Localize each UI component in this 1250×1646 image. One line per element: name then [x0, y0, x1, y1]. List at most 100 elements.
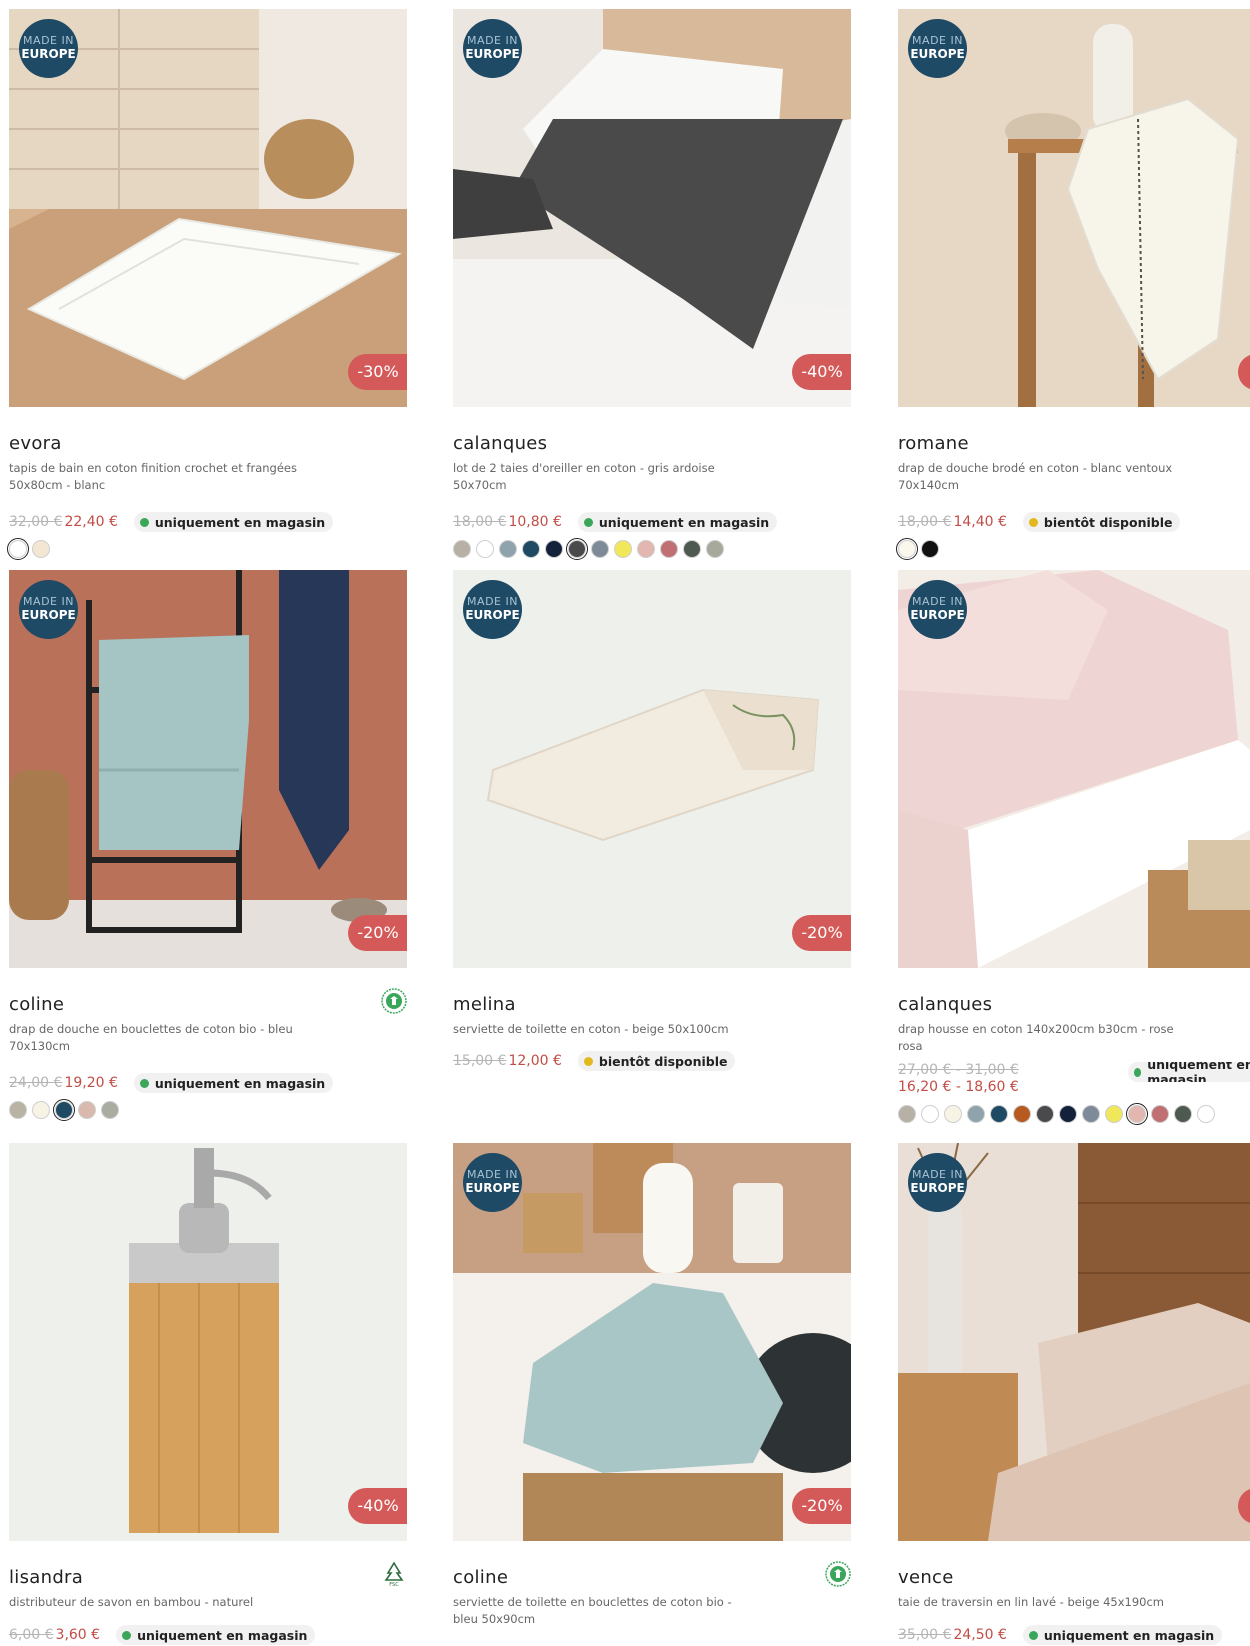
product-description: lot de 2 taies d'oreiller en coton - gri… — [453, 461, 715, 492]
new-price: 14,40 € — [953, 514, 1007, 530]
price-row: 15,00 € 12,00 € bientôt disponible — [453, 1050, 736, 1072]
product-image[interactable]: MADE IN EUROPE -40% — [453, 9, 851, 407]
color-swatch[interactable] — [1082, 1105, 1100, 1123]
color-swatch[interactable] — [967, 1105, 985, 1123]
availability-dot-icon — [1134, 1067, 1142, 1077]
product-name[interactable]: calanques — [453, 433, 547, 454]
product-description: tapis de bain en coton finition crochet … — [9, 461, 297, 492]
old-price: 6,00 € — [9, 1627, 54, 1643]
product-image[interactable]: MADE IN EUROPE -20% — [453, 1143, 851, 1541]
color-swatch[interactable] — [565, 537, 589, 561]
color-swatch[interactable] — [591, 540, 609, 558]
color-swatch[interactable] — [683, 540, 701, 558]
made-in-europe-badge: MADE IN EUROPE — [463, 580, 522, 639]
availability-dot-icon — [139, 517, 149, 527]
product-name[interactable]: romane — [898, 433, 969, 454]
discount-badge: -40% — [348, 1488, 407, 1524]
badge-line-2: EUROPE — [21, 608, 76, 622]
product-image[interactable]: MADE IN EUROPE -20% — [9, 570, 407, 968]
product-name[interactable]: vence — [898, 1567, 954, 1588]
color-swatch[interactable] — [1197, 1105, 1215, 1123]
color-swatch[interactable] — [32, 540, 50, 558]
made-in-europe-badge: MADE IN EUROPE — [463, 19, 522, 78]
color-swatch[interactable] — [1151, 1105, 1169, 1123]
color-swatch[interactable] — [898, 1105, 916, 1123]
product-description: serviette de toilette en coton - beige 5… — [453, 1022, 729, 1036]
made-in-europe-badge: MADE IN EUROPE — [908, 19, 967, 78]
color-swatch[interactable] — [52, 1098, 76, 1122]
product-image[interactable]: MADE IN EUROPE — [898, 1143, 1250, 1541]
product-name[interactable]: lisandra — [9, 1567, 83, 1588]
badge-line-1: MADE IN — [23, 595, 74, 608]
product-description: serviette de toilette en bouclettes de c… — [453, 1595, 732, 1626]
color-swatch[interactable] — [545, 540, 563, 558]
color-swatch[interactable] — [522, 540, 540, 558]
new-price: 22,40 € — [64, 514, 118, 530]
color-swatch[interactable] — [1013, 1105, 1031, 1123]
color-swatch[interactable] — [637, 540, 655, 558]
new-price: 24,50 € — [953, 1627, 1007, 1643]
product-name[interactable]: calanques — [898, 994, 992, 1015]
product-image[interactable]: MADE IN EUROPE — [898, 9, 1250, 407]
color-swatch[interactable] — [101, 1101, 119, 1119]
product-name[interactable]: melina — [453, 994, 516, 1015]
color-swatch[interactable] — [990, 1105, 1008, 1123]
color-swatch[interactable] — [1036, 1105, 1054, 1123]
availability-badge: uniquement en magasin — [133, 512, 334, 532]
made-in-europe-badge: MADE IN EUROPE — [19, 580, 78, 639]
color-swatch[interactable] — [1174, 1105, 1192, 1123]
product-description: taie de traversin en lin lavé - beige 45… — [898, 1595, 1164, 1609]
color-swatch[interactable] — [476, 540, 494, 558]
color-swatches — [9, 1098, 124, 1122]
product-image[interactable]: -40% — [9, 1143, 407, 1541]
price-row: 18,00 € 14,40 € bientôt disponible — [898, 511, 1181, 533]
color-swatch[interactable] — [921, 540, 939, 558]
badge-line-2: EUROPE — [910, 608, 965, 622]
availability-dot-icon — [583, 1056, 593, 1066]
svg-text:FSC: FSC — [389, 1582, 399, 1587]
discount-badge: -30% — [348, 354, 407, 390]
product-image[interactable]: MADE IN EUROPE -30% — [9, 9, 407, 407]
color-swatches — [898, 1102, 1220, 1126]
color-swatch[interactable] — [499, 540, 517, 558]
badge-line-1: MADE IN — [467, 1168, 518, 1181]
color-swatch[interactable] — [9, 1101, 27, 1119]
availability-badge: bientôt disponible — [577, 1051, 736, 1071]
color-swatch[interactable] — [944, 1105, 962, 1123]
product-image[interactable]: MADE IN EUROPE -20% — [453, 570, 851, 968]
product-description: distributeur de savon en bambou - nature… — [9, 1595, 254, 1609]
product-name[interactable]: coline — [453, 1567, 508, 1588]
color-swatch[interactable] — [453, 540, 471, 558]
availability-badge: uniquement en magasin — [577, 512, 778, 532]
availability-wrap: uniquement en magasin — [1128, 1062, 1250, 1082]
color-swatch[interactable] — [1125, 1102, 1149, 1126]
color-swatch[interactable] — [660, 540, 678, 558]
color-swatch[interactable] — [614, 540, 632, 558]
color-swatch[interactable] — [706, 540, 724, 558]
availability-dot-icon — [122, 1630, 132, 1640]
color-swatch[interactable] — [32, 1101, 50, 1119]
badge-line-1: MADE IN — [23, 34, 74, 47]
badge-line-2: EUROPE — [465, 608, 520, 622]
color-swatches — [6, 537, 55, 561]
availability-dot-icon — [1028, 517, 1038, 527]
color-swatch[interactable] — [1105, 1105, 1123, 1123]
color-swatch[interactable] — [6, 537, 30, 561]
color-swatches — [895, 537, 944, 561]
color-swatch[interactable] — [921, 1105, 939, 1123]
product-name[interactable]: coline — [9, 994, 64, 1015]
color-swatch[interactable] — [895, 537, 919, 561]
availability-badge: uniquement en magasin — [1022, 1625, 1223, 1645]
price-row: 35,00 € 24,50 € uniquement en magasin — [898, 1624, 1223, 1646]
color-swatches — [453, 537, 729, 561]
color-swatch[interactable] — [78, 1101, 96, 1119]
badge-line-2: EUROPE — [910, 47, 965, 61]
availability-dot-icon — [139, 1078, 149, 1088]
availability-badge: uniquement en magasin — [116, 1625, 316, 1645]
product-image[interactable]: MADE IN EUROPE — [898, 570, 1250, 968]
color-swatch[interactable] — [1059, 1105, 1077, 1123]
organic-cotton-icon — [825, 1561, 851, 1587]
product-name[interactable]: evora — [9, 433, 62, 454]
old-price: 35,00 € — [898, 1627, 952, 1643]
old-price: 27,00 € - 31,00 € — [898, 1062, 1019, 1078]
